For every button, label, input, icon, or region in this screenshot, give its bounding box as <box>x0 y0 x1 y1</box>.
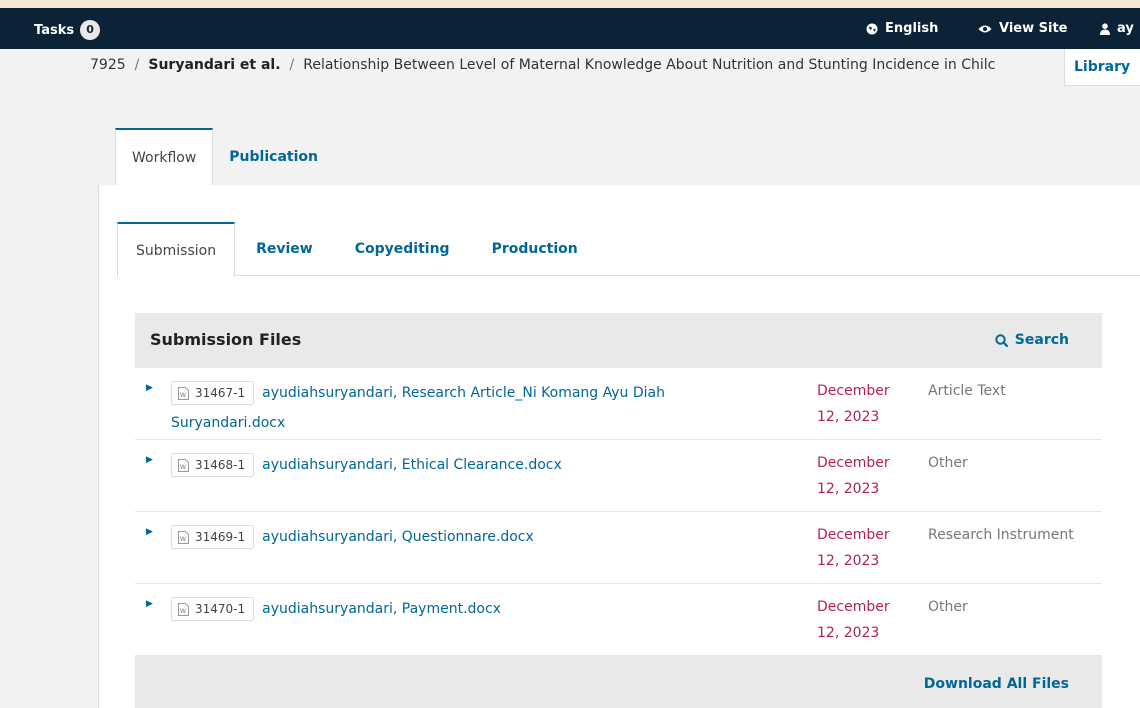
file-name-line2: Suryandari.docx <box>171 415 286 431</box>
search-label: Search <box>1014 332 1069 348</box>
file-name-link[interactable]: W 31467-1 ayudiahsuryandari, Research Ar… <box>171 378 771 438</box>
top-navigation-bar: Tasks 0 English View Site ay <box>0 8 1140 49</box>
word-doc-icon: W <box>178 602 189 616</box>
file-date-month: December <box>817 383 890 399</box>
tab-publication[interactable]: Publication <box>213 128 334 186</box>
file-name-link[interactable]: W 31469-1 ayudiahsuryandari, Questionnar… <box>171 522 771 552</box>
view-site-label: View Site <box>999 21 1068 36</box>
svg-text:W: W <box>180 608 186 615</box>
file-date-day-year: 12, 2023 <box>817 553 880 569</box>
file-date-day-year: 12, 2023 <box>817 409 880 425</box>
file-row: ▶ W 31467-1 ayudiahsuryandari, Research … <box>135 368 1102 440</box>
submission-files-header: Submission Files Search <box>135 313 1102 368</box>
file-id: 31470-1 <box>195 602 246 616</box>
user-icon <box>1100 22 1110 35</box>
word-doc-icon: W <box>178 386 189 400</box>
stage-tabs: Submission Review Copyediting Production <box>117 222 1140 277</box>
workflow-panel: Submission Review Copyediting Production… <box>98 185 1140 708</box>
tab-production[interactable]: Production <box>471 222 599 276</box>
file-date: December 12, 2023 <box>817 522 907 574</box>
file-type: Other <box>928 599 968 615</box>
submission-title: Relationship Between Level of Maternal K… <box>303 57 996 73</box>
file-name-link[interactable]: W 31470-1 ayudiahsuryandari, Payment.doc… <box>171 594 771 624</box>
file-date-month: December <box>817 455 890 471</box>
file-name-line1: ayudiahsuryandari, Payment.docx <box>262 601 501 617</box>
file-type: Other <box>928 455 968 471</box>
file-date-day-year: 12, 2023 <box>817 625 880 641</box>
tab-workflow[interactable]: Workflow <box>115 128 214 186</box>
file-list: ▶ W 31467-1 ayudiahsuryandari, Research … <box>135 368 1102 656</box>
view-site-link[interactable]: View Site <box>978 21 1068 36</box>
eye-icon <box>978 25 992 32</box>
download-all-files-button[interactable]: Download All Files <box>924 676 1069 692</box>
svg-text:W: W <box>180 392 186 399</box>
file-type: Article Text <box>928 383 1006 399</box>
file-id-badge: W 31469-1 <box>171 525 255 549</box>
globe-icon <box>866 23 878 34</box>
tasks-label: Tasks <box>34 22 75 38</box>
file-id: 31468-1 <box>195 458 246 472</box>
breadcrumb: 7925/Suryandari et al. / Relationship Betw… <box>90 57 996 73</box>
file-date-day-year: 12, 2023 <box>817 481 880 497</box>
file-id-badge: W 31468-1 <box>171 453 255 477</box>
tab-submission[interactable]: Submission <box>117 222 236 277</box>
search-icon <box>995 333 1008 347</box>
expand-caret-icon[interactable]: ▶ <box>146 599 153 609</box>
submission-files-footer: Download All Files <box>135 657 1102 708</box>
library-button[interactable]: Library <box>1064 49 1140 86</box>
submission-authors: Suryandari et al. <box>148 57 281 73</box>
svg-text:W: W <box>180 464 186 471</box>
language-menu[interactable]: English <box>866 21 938 36</box>
file-row: ▶ W 31469-1 ayudiahsuryandari, Questionn… <box>135 512 1102 584</box>
tab-copyediting[interactable]: Copyediting <box>334 222 471 276</box>
file-date: December 12, 2023 <box>817 378 907 430</box>
file-row: ▶ W 31470-1 ayudiahsuryandari, Payment.d… <box>135 584 1102 656</box>
user-menu[interactable]: ay <box>1100 21 1134 36</box>
file-date-month: December <box>817 527 890 543</box>
search-button[interactable]: Search <box>995 332 1069 348</box>
language-label: English <box>885 21 939 36</box>
submission-files-title: Submission Files <box>150 330 302 349</box>
word-doc-icon: W <box>178 530 189 544</box>
file-name-line1: ayudiahsuryandari, Research Article_Ni K… <box>262 385 666 401</box>
tasks-count-badge: 0 <box>80 20 101 40</box>
main-tabs: Workflow Publication <box>115 128 334 186</box>
submission-id: 7925 <box>90 57 126 73</box>
file-id-badge: W 31467-1 <box>171 381 255 405</box>
file-type: Research Instrument <box>928 527 1074 543</box>
file-id: 31469-1 <box>195 530 246 544</box>
file-name-link[interactable]: W 31468-1 ayudiahsuryandari, Ethical Cle… <box>171 450 771 480</box>
top-accent-strip <box>0 0 1140 8</box>
file-name-line1: ayudiahsuryandari, Questionnare.docx <box>262 529 534 545</box>
file-name-line1: ayudiahsuryandari, Ethical Clearance.doc… <box>262 457 562 473</box>
expand-caret-icon[interactable]: ▶ <box>146 455 153 465</box>
tab-review[interactable]: Review <box>235 222 334 276</box>
file-date: December 12, 2023 <box>817 450 907 502</box>
expand-caret-icon[interactable]: ▶ <box>146 383 153 393</box>
tasks-button[interactable]: Tasks 0 <box>34 20 101 40</box>
file-date: December 12, 2023 <box>817 594 907 646</box>
file-row: ▶ W 31468-1 ayudiahsuryandari, Ethical C… <box>135 440 1102 512</box>
word-doc-icon: W <box>178 458 189 472</box>
user-name: ay <box>1117 21 1134 36</box>
submission-files-panel: Submission Files Search ▶ W 31467-1 ayud… <box>135 313 1102 708</box>
expand-caret-icon[interactable]: ▶ <box>146 527 153 537</box>
file-id: 31467-1 <box>195 386 246 400</box>
svg-text:W: W <box>180 536 186 543</box>
file-date-month: December <box>817 599 890 615</box>
file-id-badge: W 31470-1 <box>171 597 255 621</box>
